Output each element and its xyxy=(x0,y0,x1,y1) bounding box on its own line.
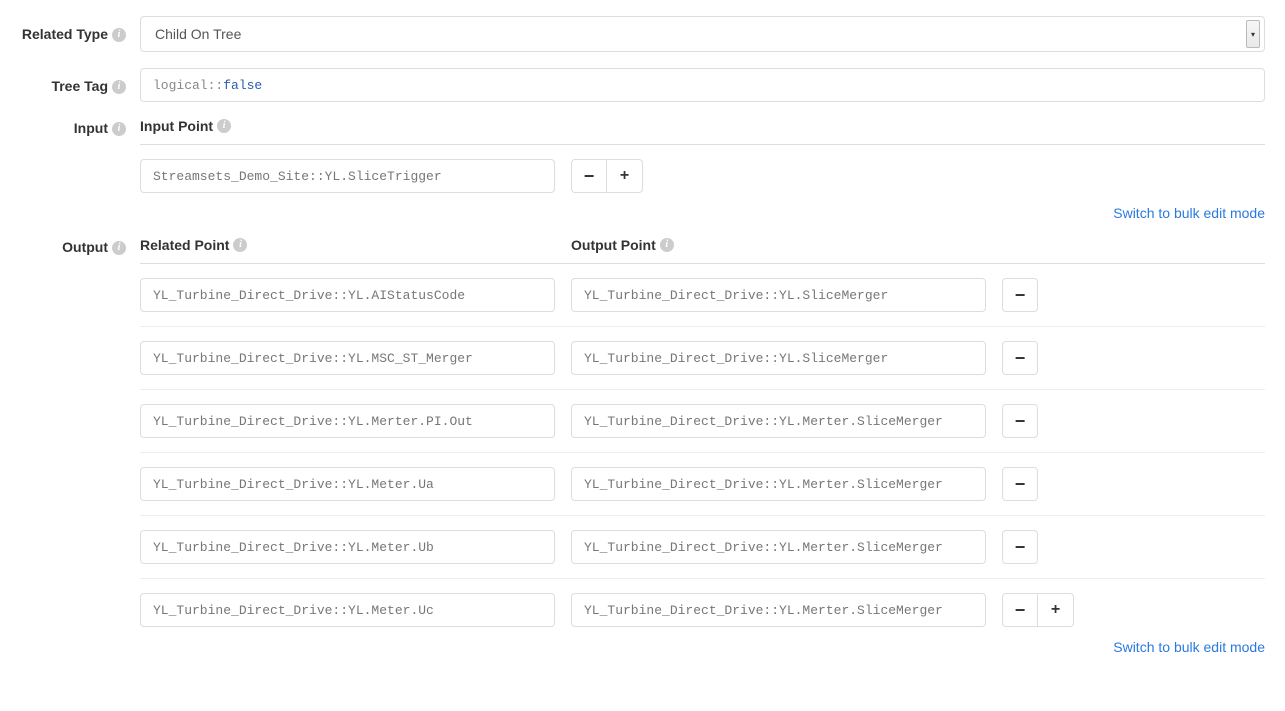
related-point-field[interactable]: YL_Turbine_Direct_Drive::YL.Meter.Uc xyxy=(140,593,555,627)
output-row-actions: −+ xyxy=(1002,593,1074,627)
info-icon: i xyxy=(112,122,126,136)
info-icon: i xyxy=(217,119,231,133)
related-point-field[interactable]: YL_Turbine_Direct_Drive::YL.MSC_ST_Merge… xyxy=(140,341,555,375)
output-point-field[interactable]: YL_Turbine_Direct_Drive::YL.Merter.Slice… xyxy=(571,593,986,627)
related-point-field[interactable]: YL_Turbine_Direct_Drive::YL.Meter.Ub xyxy=(140,530,555,564)
remove-output-button[interactable]: − xyxy=(1002,467,1038,501)
label-related-type: Related Typei xyxy=(10,16,140,42)
output-point-field[interactable]: YL_Turbine_Direct_Drive::YL.SliceMerger xyxy=(571,341,986,375)
chevron-down-icon: ▾ xyxy=(1246,20,1260,48)
remove-output-button[interactable]: − xyxy=(1002,341,1038,375)
output-point-field[interactable]: YL_Turbine_Direct_Drive::YL.Merter.Slice… xyxy=(571,467,986,501)
input-point-field[interactable]: Streamsets_Demo_Site::YL.SliceTrigger xyxy=(140,159,555,193)
related-type-select[interactable]: Child On Tree ▾ xyxy=(140,16,1265,52)
related-point-field[interactable]: YL_Turbine_Direct_Drive::YL.AIStatusCode xyxy=(140,278,555,312)
info-icon: i xyxy=(112,241,126,255)
label-input: Inputi xyxy=(10,118,140,136)
remove-output-button[interactable]: − xyxy=(1002,404,1038,438)
remove-output-button[interactable]: − xyxy=(1002,278,1038,312)
output-point-header: Output Pointi xyxy=(571,237,986,253)
output-bulk-edit-link[interactable]: Switch to bulk edit mode xyxy=(1113,639,1265,655)
input-point-header: Input Pointi xyxy=(140,118,1265,144)
label-output: Outputi xyxy=(10,237,140,255)
related-point-field[interactable]: YL_Turbine_Direct_Drive::YL.Meter.Ua xyxy=(140,467,555,501)
input-row-actions: − + xyxy=(571,159,643,193)
info-icon: i xyxy=(112,80,126,94)
output-point-field[interactable]: YL_Turbine_Direct_Drive::YL.Merter.Slice… xyxy=(571,404,986,438)
info-icon: i xyxy=(660,238,674,252)
output-point-field[interactable]: YL_Turbine_Direct_Drive::YL.Merter.Slice… xyxy=(571,530,986,564)
tree-tag-input[interactable]: logical::false xyxy=(140,68,1265,102)
related-point-field[interactable]: YL_Turbine_Direct_Drive::YL.Merter.PI.Ou… xyxy=(140,404,555,438)
add-input-button[interactable]: + xyxy=(607,159,643,193)
label-tree-tag: Tree Tagi xyxy=(10,68,140,94)
add-output-button[interactable]: + xyxy=(1038,593,1074,627)
info-icon: i xyxy=(233,238,247,252)
output-point-field[interactable]: YL_Turbine_Direct_Drive::YL.SliceMerger xyxy=(571,278,986,312)
remove-output-button[interactable]: − xyxy=(1002,530,1038,564)
input-bulk-edit-link[interactable]: Switch to bulk edit mode xyxy=(1113,205,1265,221)
related-point-header: Related Pointi xyxy=(140,237,555,253)
remove-input-button[interactable]: − xyxy=(571,159,607,193)
remove-output-button[interactable]: − xyxy=(1002,593,1038,627)
info-icon: i xyxy=(112,28,126,42)
